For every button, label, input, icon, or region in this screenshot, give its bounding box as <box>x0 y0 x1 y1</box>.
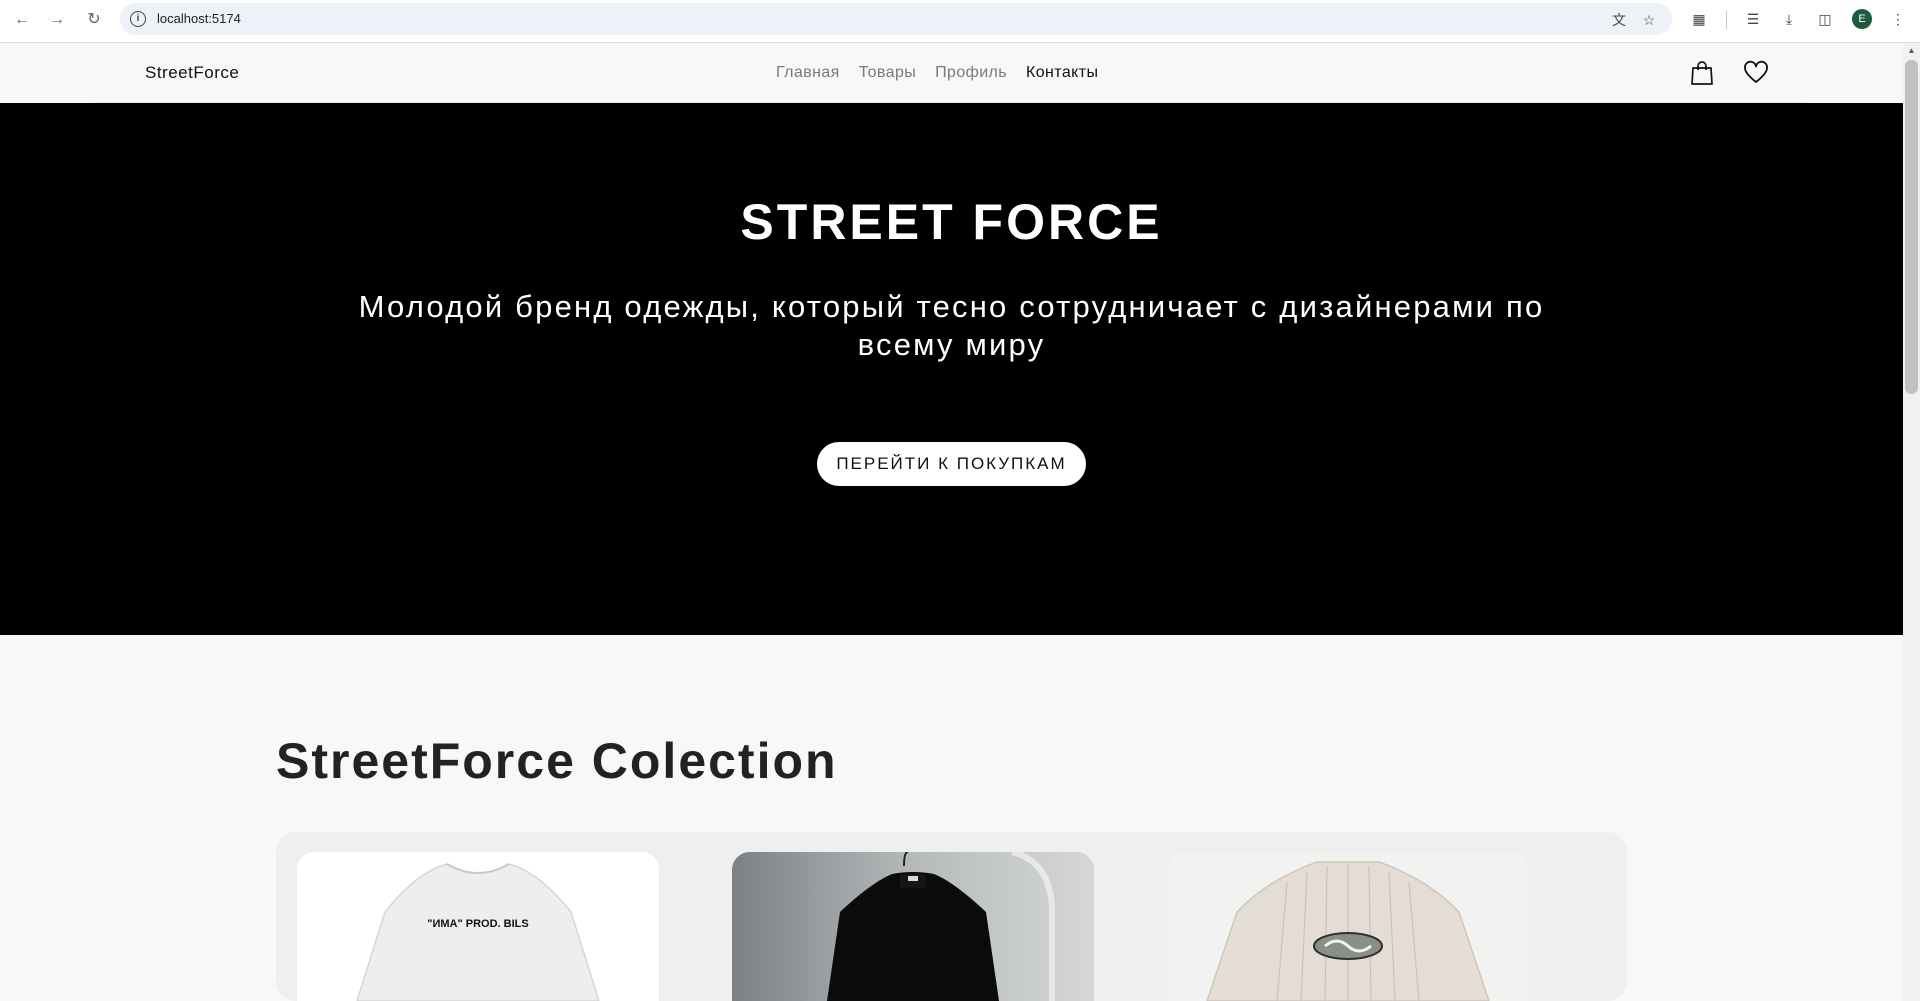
bookmark-star-icon[interactable]: ☆ <box>1640 11 1658 29</box>
product-card-black-jacket[interactable] <box>732 852 1094 1001</box>
scrollbar-thumb[interactable] <box>1905 60 1918 394</box>
downloads-icon[interactable]: ⤓ <box>1779 9 1799 29</box>
hero-banner: STREET FORCE Молодой бренд одежды, котор… <box>0 103 1903 635</box>
scroll-up-arrow-icon[interactable]: ▲ <box>1906 46 1917 56</box>
heart-icon[interactable] <box>1743 60 1769 86</box>
nav-products[interactable]: Товары <box>859 64 916 82</box>
product-image <box>1167 852 1529 1001</box>
product-image <box>732 852 1094 1001</box>
side-panel-icon[interactable]: ◫ <box>1815 9 1835 29</box>
site-header: StreetForce Главная Товары Профиль Конта… <box>0 43 1903 103</box>
menu-kebab-icon[interactable]: ⋮ <box>1888 9 1908 29</box>
address-bar[interactable]: i localhost:5174 文 ☆ <box>120 3 1672 35</box>
shop-now-button[interactable]: ПЕРЕЙТИ К ПОКУПКАМ <box>817 442 1086 486</box>
product-print-text: "ИМА" PROD. BILS <box>427 918 529 930</box>
forward-icon[interactable]: → <box>46 9 68 31</box>
back-icon[interactable]: ← <box>11 9 33 31</box>
reload-icon[interactable]: ↻ <box>83 9 105 31</box>
site-logo[interactable]: StreetForce <box>145 63 239 83</box>
toolbar-divider <box>1726 11 1727 29</box>
main-nav: Главная Товары Профиль Контакты <box>776 64 1098 82</box>
media-queue-icon[interactable]: ☰ <box>1743 9 1763 29</box>
site-info-icon[interactable]: i <box>130 11 146 27</box>
collection-title: StreetForce Colection <box>276 733 838 789</box>
hero-subtitle: Молодой бренд одежды, который тесно сотр… <box>358 289 1545 362</box>
translate-icon[interactable]: 文 <box>1610 11 1628 29</box>
nav-home[interactable]: Главная <box>776 64 840 82</box>
profile-avatar[interactable]: E <box>1852 9 1872 29</box>
address-url[interactable]: localhost:5174 <box>157 11 241 26</box>
browser-toolbar: ← → ↻ i localhost:5174 文 ☆ ▦ ☰ ⤓ ◫ E ⋮ <box>0 0 1920 43</box>
nav-profile[interactable]: Профиль <box>935 64 1007 82</box>
shopping-bag-icon[interactable] <box>1689 60 1715 86</box>
extensions-icon[interactable]: ▦ <box>1689 9 1709 29</box>
nav-contacts[interactable]: Контакты <box>1026 64 1098 82</box>
product-card-white-longsleeve[interactable]: "ИМА" PROD. BILS <box>297 852 659 1001</box>
hero-title: STREET FORCE <box>740 194 1163 250</box>
product-card-cream-puffer[interactable] <box>1167 852 1529 1001</box>
